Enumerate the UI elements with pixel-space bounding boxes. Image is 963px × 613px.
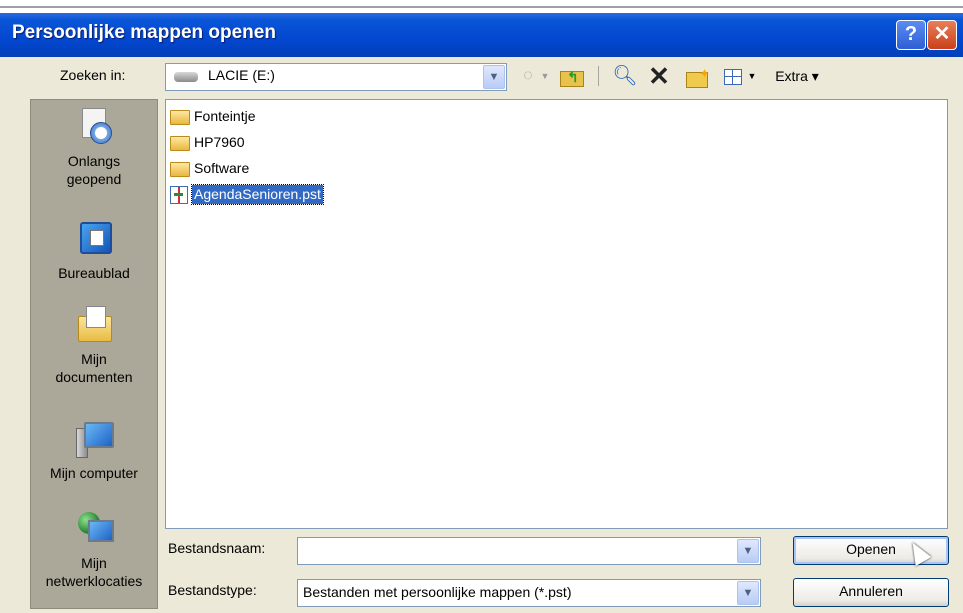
views-button[interactable] [723,64,743,88]
chevron-down-icon[interactable]: ▼ [737,581,759,605]
my-computer-icon [76,420,114,458]
toolbar-separator [598,66,599,86]
folder-icon [170,136,190,151]
up-arrow-icon: ↰ [567,69,579,85]
drive-icon [174,72,198,82]
views-icon [724,69,742,85]
file-name: HP7960 [194,134,245,150]
help-button[interactable]: ? [896,20,926,50]
file-name: Software [194,160,250,176]
cancel-button[interactable]: Annuleren [793,578,949,607]
pst-file-icon [170,186,188,204]
search-web-icon: 🔍︎ [612,65,638,87]
place-network[interactable]: Mijn netwerklocaties [31,510,157,590]
filetype-value: Bestanden met persoonlijke mappen (*.pst… [303,584,572,600]
back-icon: ◌ [523,67,533,84]
place-my-documents[interactable]: Mijn documenten [31,306,157,386]
place-label: documenten [55,369,133,385]
place-label: netwerklocaties [45,573,143,589]
filename-input[interactable]: ▼ [297,537,761,565]
sparkle-icon: ✦ [699,66,710,81]
places-bar: Onlangs geopend Bureaublad Mijn document… [30,99,158,609]
new-folder-button[interactable]: ✦ [683,64,711,88]
title-bar[interactable]: Persoonlijke mappen openen ? ✕ [0,13,963,57]
desktop-icon [76,220,112,258]
look-in-value: LACIE (E:) [208,67,275,83]
look-in-dropdown[interactable]: LACIE (E:) ▼ [165,63,507,91]
delete-icon: ✕ [648,61,670,91]
chevron-down-icon[interactable]: ▼ [483,65,505,89]
place-desktop[interactable]: Bureaublad [31,220,157,282]
filetype-label: Bestandstype: [168,582,257,598]
tools-menu-button[interactable]: Extra ▾ [767,64,827,88]
my-documents-icon [76,306,112,344]
delete-button[interactable]: ✕ [646,61,672,91]
folder-icon [170,110,190,125]
views-dropdown-icon[interactable]: ▼ [747,64,757,88]
close-button[interactable]: ✕ [927,20,957,50]
place-label: Mijn [81,555,107,571]
file-list[interactable]: Fonteintje HP7960 Software AgendaSeniore… [165,99,948,529]
chevron-down-icon[interactable]: ▼ [737,539,759,563]
back-button[interactable]: ◌ [517,64,539,88]
background-strip [0,0,963,13]
place-my-computer[interactable]: Mijn computer [31,420,157,482]
folder-icon [170,162,190,177]
window-title: Persoonlijke mappen openen [12,22,276,43]
filetype-dropdown[interactable]: Bestanden met persoonlijke mappen (*.pst… [297,579,761,607]
search-web-button[interactable]: 🔍︎ [611,64,639,88]
filename-label: Bestandsnaam: [168,540,266,556]
place-label: Mijn computer [50,465,138,481]
place-label: Onlangs [67,153,121,169]
place-label: geopend [66,171,122,187]
back-dropdown-icon[interactable]: ▼ [540,64,550,88]
up-folder-button[interactable]: ↰ [557,64,585,88]
recent-documents-icon [76,108,112,146]
place-recent[interactable]: Onlangs geopend [31,108,157,188]
place-label: Mijn [81,351,107,367]
network-places-icon [76,510,114,548]
file-name: AgendaSenioren.pst [191,184,324,205]
file-name: Fonteintje [194,108,256,124]
place-label: Bureaublad [58,265,130,281]
look-in-label: Zoeken in: [60,67,126,83]
